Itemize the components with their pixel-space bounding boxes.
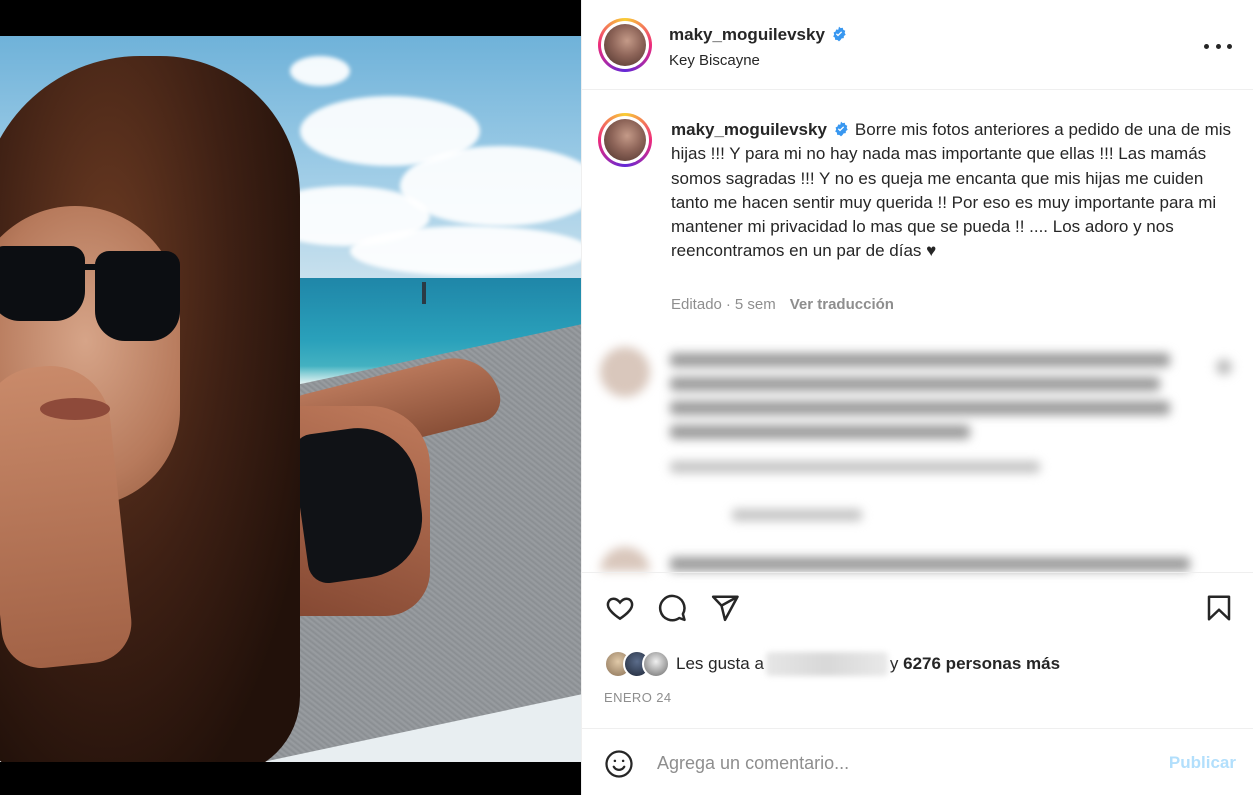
translate-link[interactable]: Ver traducción	[790, 296, 894, 313]
comment-input[interactable]	[657, 749, 1147, 777]
comment-composer: Publicar	[582, 728, 1253, 795]
post-header: maky_moguilevsky Key Biscayne	[582, 0, 1253, 90]
caption-author-avatar[interactable]	[598, 113, 652, 167]
liker-avatar	[642, 650, 670, 678]
instagram-post: maky_moguilevsky Key Biscayne maky_mogui…	[0, 0, 1253, 795]
comment-line	[670, 353, 1170, 367]
more-dot	[1227, 43, 1232, 49]
post-actions: Les gusta a y 6276 personas más ENERO 24	[582, 572, 1253, 728]
likes-connector: y	[889, 654, 899, 673]
caption-meta: Editado · 5 sem Ver traducción	[671, 296, 894, 313]
caption-text-block: maky_moguilevsky Borre mis fotos anterior…	[671, 118, 1231, 264]
emoji-button[interactable]	[602, 747, 636, 781]
post-photo[interactable]	[0, 36, 581, 762]
verified-badge-icon	[833, 26, 846, 42]
liker-avatars[interactable]	[604, 650, 670, 678]
post-caption: maky_moguilevsky Borre mis fotos anterior…	[582, 91, 1253, 321]
save-button[interactable]	[1202, 591, 1236, 625]
more-horizontal-icon	[1204, 43, 1209, 49]
send-icon	[711, 595, 739, 622]
meta-separator: ·	[725, 296, 731, 313]
comment-meta	[670, 461, 1040, 473]
like-button[interactable]	[603, 591, 637, 625]
caption-text: Borre mis fotos anteriores a pedido de u…	[671, 120, 1232, 261]
post-panel: maky_moguilevsky Key Biscayne maky_mogui…	[581, 0, 1253, 795]
share-button[interactable]	[708, 591, 742, 625]
likes-count[interactable]: 6276 personas más	[903, 654, 1060, 674]
verified-badge-icon	[835, 121, 848, 137]
more-dot	[1215, 43, 1221, 49]
comment-avatar	[600, 547, 650, 571]
time-ago[interactable]: 5 sem	[735, 296, 776, 313]
post-location[interactable]: Key Biscayne	[669, 52, 760, 69]
bookmark-icon	[1207, 595, 1231, 621]
author-avatar[interactable]	[598, 18, 652, 72]
likes-summary: Les gusta a y 6276 personas más	[604, 649, 1060, 679]
comment-like-icon	[1216, 359, 1232, 375]
comment-button[interactable]	[655, 591, 689, 625]
comments-list-blurred[interactable]	[582, 325, 1253, 571]
heart-icon	[606, 597, 634, 621]
emoji-smile-icon	[605, 750, 633, 778]
comment-line	[670, 401, 1170, 415]
comment-icon	[658, 594, 686, 622]
publish-button[interactable]: Publicar	[1169, 753, 1236, 773]
liker-username-blurred[interactable]	[765, 652, 888, 676]
comment-replies	[732, 509, 862, 521]
edited-label: Editado	[671, 296, 722, 313]
comment-line	[670, 557, 1190, 571]
author-username[interactable]: maky_moguilevsky	[669, 25, 847, 45]
post-date[interactable]: ENERO 24	[604, 690, 672, 705]
comment-line	[670, 377, 1160, 391]
likes-prefix: Les gusta a	[676, 654, 764, 673]
comment-avatar	[600, 347, 650, 397]
comment-line	[670, 425, 970, 439]
more-options-button[interactable]	[1204, 34, 1232, 58]
caption-username[interactable]: maky_moguilevsky	[671, 120, 827, 139]
post-media	[0, 0, 581, 795]
